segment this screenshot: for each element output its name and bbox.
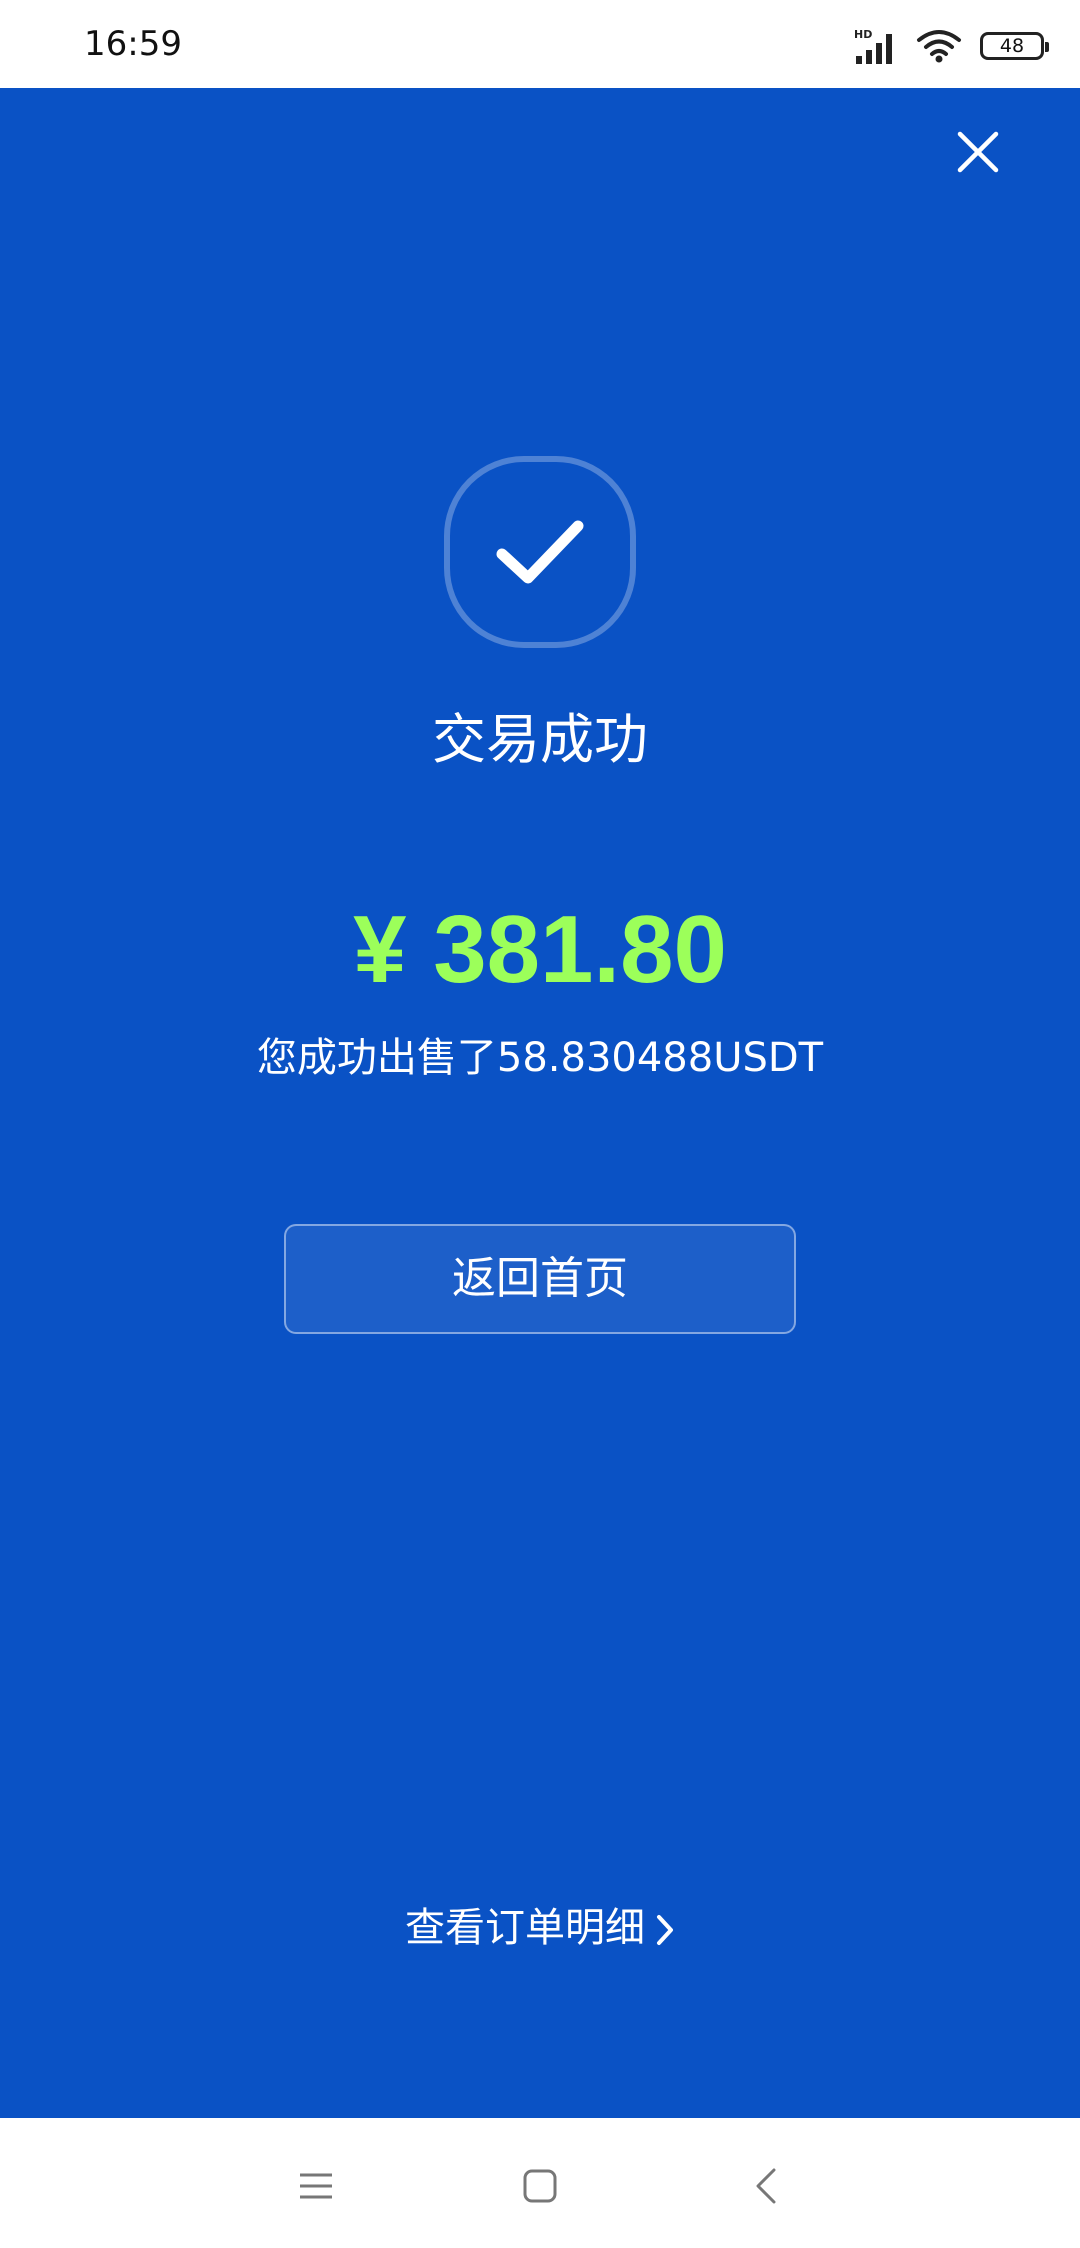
result-description: 您成功出售了58.830488USDT	[256, 1035, 824, 1081]
checkmark-icon	[496, 520, 584, 584]
menu-button[interactable]	[268, 2138, 364, 2234]
home-icon	[523, 2169, 557, 2203]
close-button[interactable]	[944, 118, 1012, 186]
wifi-icon	[917, 30, 961, 63]
navigation-bar	[0, 2118, 1080, 2248]
status-bar: 16:59 HD 48	[0, 0, 1080, 88]
order-detail-label: 查看订单明细	[405, 1905, 645, 1951]
result-title: 交易成功	[432, 708, 648, 771]
status-time: 16:59	[84, 24, 182, 64]
chevron-right-icon	[657, 1915, 673, 1945]
return-home-button[interactable]: 返回首页	[284, 1224, 796, 1334]
menu-icon	[300, 2173, 332, 2199]
home-button[interactable]	[492, 2138, 588, 2234]
success-badge	[444, 456, 636, 648]
signal-icon: HD	[854, 28, 892, 64]
status-icons: HD 48	[854, 24, 1049, 68]
result-amount: ¥ 381.80	[353, 896, 727, 1003]
network-label: HD	[854, 28, 872, 41]
back-button[interactable]	[718, 2138, 814, 2234]
battery-level: 48	[999, 35, 1025, 57]
close-icon	[957, 131, 999, 173]
battery-icon: 48	[980, 32, 1049, 60]
back-icon	[756, 2168, 776, 2204]
order-detail-link[interactable]: 查看订单明细	[0, 1898, 1080, 1958]
